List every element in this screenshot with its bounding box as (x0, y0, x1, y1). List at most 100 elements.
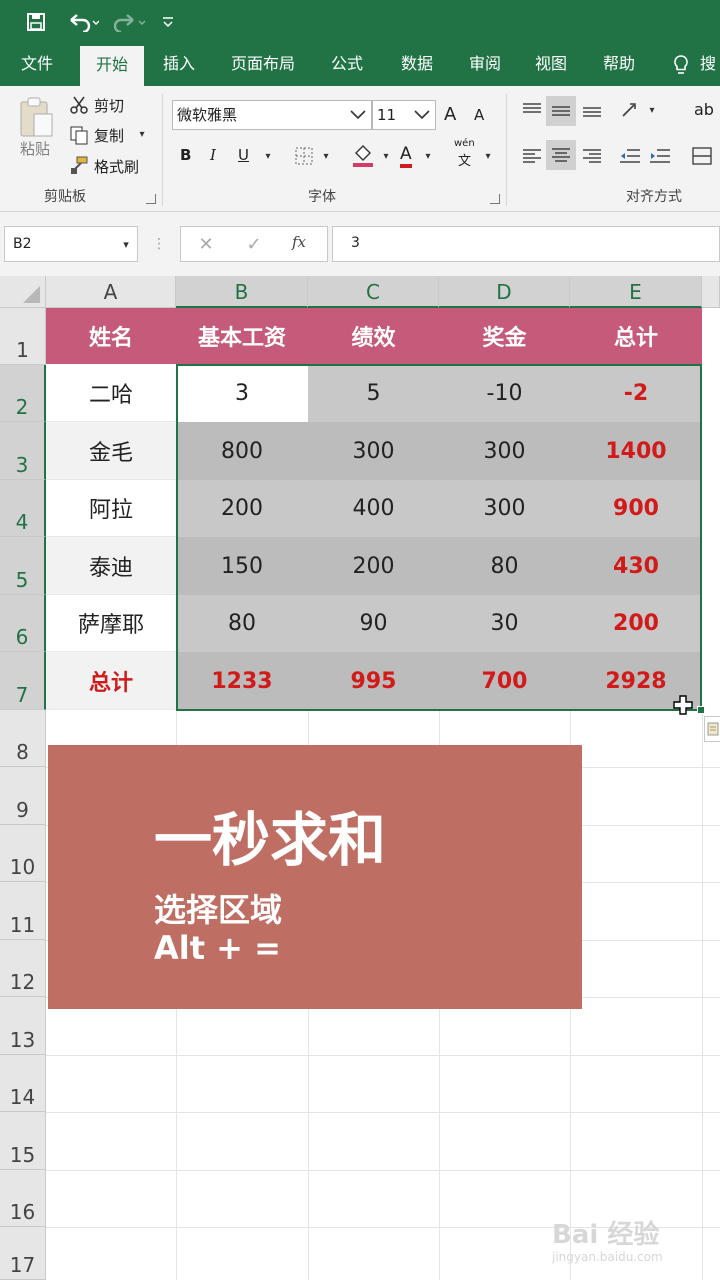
row-header-1[interactable]: 1 (0, 308, 46, 365)
paste-label[interactable]: 粘贴 (20, 138, 50, 159)
increase-indent-icon[interactable] (648, 144, 672, 168)
row-header-16[interactable]: 16 (0, 1170, 46, 1227)
data-cell[interactable]: 200 (176, 480, 308, 537)
row-total-cell[interactable]: -2 (570, 365, 702, 422)
row-header-13[interactable]: 13 (0, 997, 46, 1055)
row-header-6[interactable]: 6 (0, 595, 46, 652)
orientation-icon[interactable] (618, 98, 644, 122)
font-color-button[interactable]: A (400, 144, 412, 168)
row-header-5[interactable]: 5 (0, 537, 46, 595)
column-header-d[interactable]: D (439, 276, 570, 308)
data-cell[interactable]: 300 (439, 422, 570, 480)
font-launcher-icon[interactable] (490, 194, 500, 204)
border-icon[interactable] (292, 144, 316, 168)
name-cell[interactable]: 金毛 (46, 422, 176, 480)
column-header-f[interactable] (702, 276, 720, 308)
header-cell-performance[interactable]: 绩效 (308, 308, 439, 364)
align-top-icon[interactable] (520, 98, 544, 122)
name-cell[interactable]: 萨摩耶 (46, 595, 176, 652)
font-name-chevron-icon[interactable] (346, 102, 370, 128)
tab-review[interactable]: 审阅 (456, 44, 514, 86)
save-icon[interactable] (22, 6, 50, 38)
decrease-font-button[interactable]: A (474, 106, 484, 124)
align-left-icon[interactable] (520, 144, 544, 168)
column-total-cell[interactable]: 995 (308, 652, 439, 710)
redo-icon[interactable] (110, 6, 150, 38)
row-header-3[interactable]: 3 (0, 422, 46, 480)
italic-button[interactable]: I (210, 146, 216, 164)
tab-insert[interactable]: 插入 (152, 44, 206, 86)
fill-handle[interactable] (697, 706, 705, 714)
align-middle-icon[interactable] (546, 96, 576, 126)
phonetic-guide-top[interactable]: wén (454, 138, 475, 149)
copy-icon[interactable] (68, 124, 90, 146)
tab-page-layout[interactable]: 页面布局 (222, 44, 304, 86)
data-cell[interactable]: 300 (439, 480, 570, 537)
row-total-cell[interactable]: 1400 (570, 422, 702, 480)
phonetic-guide-button[interactable]: 文 (458, 150, 471, 169)
data-cell[interactable]: 80 (439, 537, 570, 595)
copy-button[interactable]: 复制 (94, 125, 124, 146)
data-cell[interactable]: 80 (176, 595, 308, 652)
row-header-10[interactable]: 10 (0, 825, 46, 882)
underline-dropdown-icon[interactable]: ▾ (262, 148, 274, 164)
header-cell-base-salary[interactable]: 基本工资 (176, 308, 308, 364)
name-box-dropdown-icon[interactable]: ▾ (118, 236, 134, 252)
header-cell-total[interactable]: 总计 (570, 308, 702, 364)
data-cell[interactable]: 300 (308, 422, 439, 480)
format-painter-button[interactable]: 格式刷 (94, 156, 139, 177)
font-name-dropdown[interactable]: 微软雅黑 (172, 100, 372, 130)
tab-data[interactable]: 数据 (388, 44, 446, 86)
column-total-cell[interactable]: 1233 (176, 652, 308, 710)
wrap-text-button[interactable]: ab (694, 100, 714, 119)
tab-home[interactable]: 开始 (80, 46, 144, 86)
row-header-8[interactable]: 8 (0, 710, 46, 767)
data-cell[interactable]: 150 (176, 537, 308, 595)
row-total-cell[interactable]: 900 (570, 480, 702, 537)
data-cell[interactable]: 5 (308, 365, 439, 422)
fill-color-dropdown-icon[interactable]: ▾ (380, 148, 392, 164)
orientation-dropdown-icon[interactable]: ▾ (646, 102, 658, 118)
quick-analysis-icon[interactable] (704, 716, 720, 742)
column-header-c[interactable]: C (308, 276, 439, 308)
font-size-chevron-icon[interactable] (410, 102, 434, 128)
enter-icon[interactable]: ✓ (242, 232, 266, 256)
lightbulb-icon[interactable] (668, 44, 694, 86)
column-header-a[interactable]: A (46, 276, 176, 308)
data-cell[interactable]: 30 (439, 595, 570, 652)
row-header-7[interactable]: 7 (0, 652, 46, 710)
total-label-cell[interactable]: 总计 (46, 652, 176, 710)
row-header-2[interactable]: 2 (0, 365, 46, 422)
data-cell[interactable]: 800 (176, 422, 308, 480)
merge-center-icon[interactable] (690, 144, 714, 168)
row-header-12[interactable]: 12 (0, 940, 46, 997)
fill-color-icon[interactable] (350, 142, 376, 170)
data-cell[interactable]: 200 (308, 537, 439, 595)
select-all-corner[interactable] (0, 276, 46, 308)
increase-font-button[interactable]: A (444, 104, 456, 125)
phonetic-dropdown-icon[interactable]: ▾ (482, 148, 494, 164)
row-header-11[interactable]: 11 (0, 882, 46, 940)
undo-icon[interactable] (62, 6, 102, 38)
tab-formulas[interactable]: 公式 (318, 44, 376, 86)
tab-file[interactable]: 文件 (8, 44, 66, 86)
border-dropdown-icon[interactable]: ▾ (320, 148, 332, 164)
align-bottom-icon[interactable] (580, 98, 604, 122)
decrease-indent-icon[interactable] (618, 144, 642, 168)
row-header-15[interactable]: 15 (0, 1112, 46, 1170)
cancel-icon[interactable]: ✕ (194, 232, 218, 256)
tab-help[interactable]: 帮助 (590, 44, 648, 86)
format-painter-icon[interactable] (68, 154, 90, 176)
row-header-14[interactable]: 14 (0, 1055, 46, 1112)
cut-button[interactable]: 剪切 (94, 95, 124, 116)
row-header-17[interactable]: 17 (0, 1227, 46, 1280)
formula-input[interactable]: 3 (332, 226, 720, 262)
tab-view[interactable]: 视图 (522, 44, 580, 86)
name-cell[interactable]: 泰迪 (46, 537, 176, 595)
font-color-dropdown-icon[interactable]: ▾ (422, 148, 434, 164)
row-total-cell[interactable]: 430 (570, 537, 702, 595)
row-header-9[interactable]: 9 (0, 767, 46, 825)
data-cell[interactable]: -10 (439, 365, 570, 422)
header-cell-name[interactable]: 姓名 (46, 308, 176, 364)
column-total-cell[interactable]: 700 (439, 652, 570, 710)
